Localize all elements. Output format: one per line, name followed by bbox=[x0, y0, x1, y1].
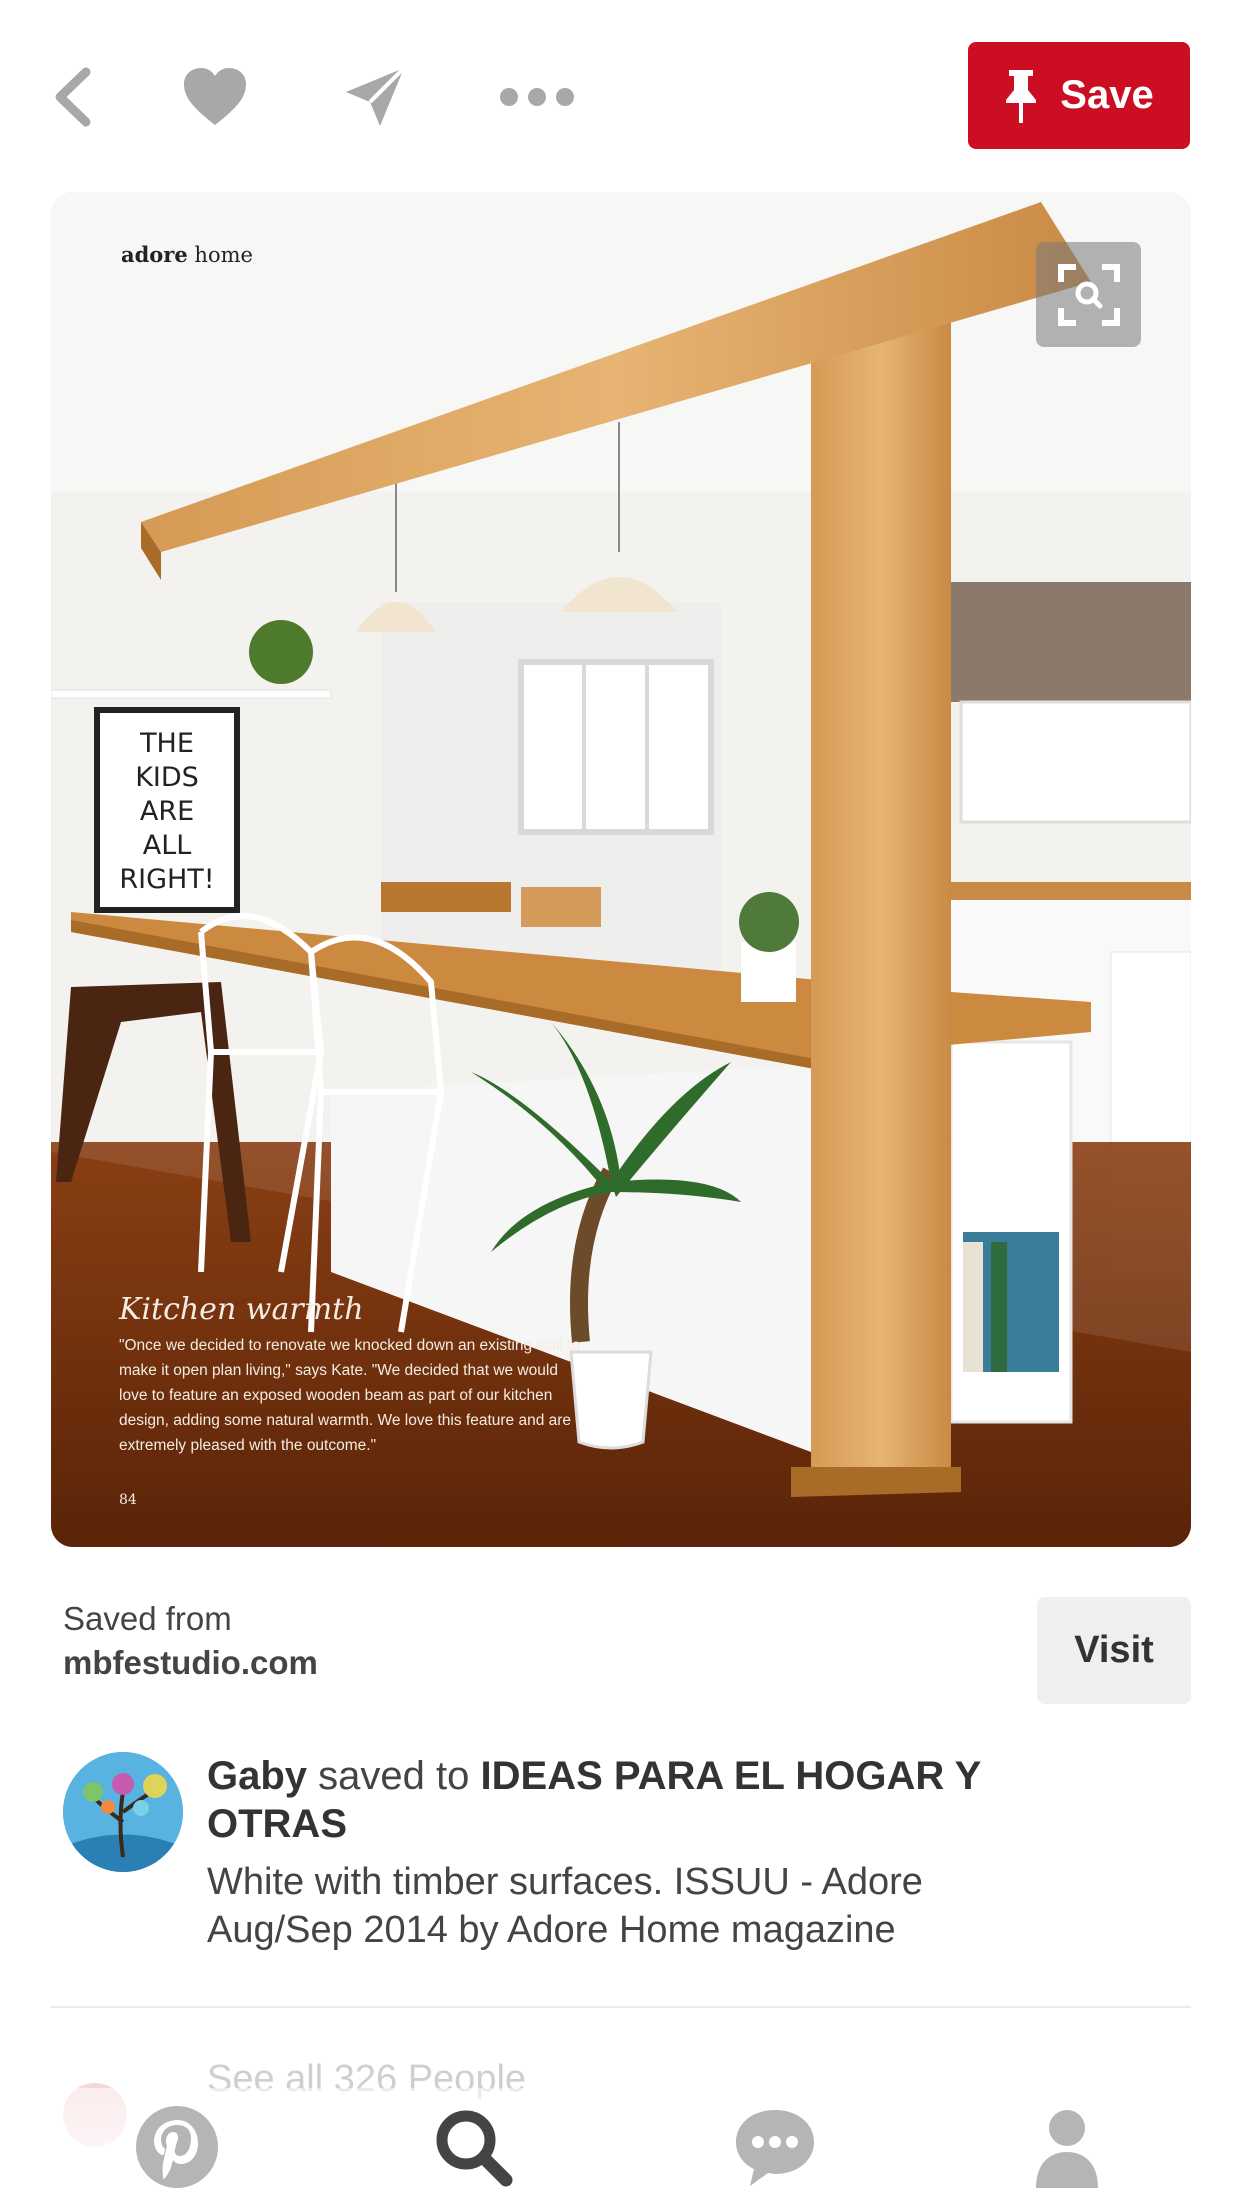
pin-description: White with timber surfaces. ISSUU - Ador… bbox=[207, 1861, 923, 1951]
magazine-brand: adore home bbox=[121, 242, 253, 267]
saver-name[interactable]: Gaby bbox=[207, 1754, 307, 1798]
image-caption: Kitchen warmth "Once we decided to renov… bbox=[119, 1292, 589, 1458]
visual-search-button[interactable] bbox=[1036, 242, 1141, 347]
paper-plane-icon bbox=[346, 66, 406, 126]
avatar-image bbox=[63, 1752, 183, 1872]
visit-button[interactable]: Visit bbox=[1037, 1597, 1191, 1704]
tab-profile[interactable] bbox=[1022, 2102, 1112, 2197]
caption-body: "Once we decided to renovate we knocked … bbox=[119, 1337, 581, 1454]
avatar[interactable] bbox=[63, 1752, 183, 1872]
search-icon bbox=[436, 2110, 513, 2187]
pin-image[interactable]: THE KIDS ARE ALL RIGHT! adore home Kitch… bbox=[51, 192, 1191, 1547]
send-button[interactable] bbox=[340, 58, 410, 136]
save-info: Gaby saved to IDEAS PARA EL HOGAR Y OTRA… bbox=[207, 1752, 1067, 1954]
source-domain-link[interactable]: mbfestudio.com bbox=[63, 1644, 318, 1682]
caption-title: Kitchen warmth bbox=[119, 1292, 364, 1327]
visual-search-icon bbox=[1057, 263, 1120, 326]
heart-icon bbox=[184, 68, 246, 125]
brand-bold: adore bbox=[121, 242, 188, 267]
svg-text:KIDS: KIDS bbox=[135, 762, 199, 793]
chat-bubble-icon bbox=[736, 2110, 814, 2186]
ellipsis-icon bbox=[500, 88, 574, 106]
saved-from: Saved from mbfestudio.com bbox=[63, 1600, 318, 1682]
tab-search[interactable] bbox=[428, 2102, 518, 2197]
person-icon bbox=[1036, 2110, 1098, 2188]
svg-text:ARE: ARE bbox=[140, 796, 194, 827]
save-action: saved to bbox=[318, 1754, 470, 1798]
pushpin-icon bbox=[1006, 69, 1037, 123]
chevron-left-icon bbox=[55, 67, 91, 127]
page-number: 84 bbox=[119, 1492, 137, 1508]
more-button[interactable] bbox=[496, 58, 578, 136]
back-button[interactable] bbox=[48, 58, 98, 136]
svg-text:THE: THE bbox=[139, 728, 194, 759]
tab-bar bbox=[0, 2088, 1242, 2208]
top-bar: Save bbox=[0, 0, 1242, 190]
like-button[interactable] bbox=[180, 58, 250, 136]
tab-home[interactable] bbox=[132, 2102, 222, 2197]
save-button-label: Save bbox=[1060, 73, 1154, 117]
tab-messages[interactable] bbox=[730, 2102, 820, 2197]
pinterest-logo-icon bbox=[136, 2106, 218, 2188]
save-line: Gaby saved to IDEAS PARA EL HOGAR Y OTRA… bbox=[207, 1752, 1067, 1848]
save-button[interactable]: Save bbox=[968, 42, 1190, 149]
brand-rest: home bbox=[194, 243, 253, 267]
divider bbox=[51, 2006, 1191, 2008]
svg-text:RIGHT!: RIGHT! bbox=[119, 864, 214, 895]
saved-from-label: Saved from bbox=[63, 1600, 232, 1637]
svg-text:ALL: ALL bbox=[143, 830, 192, 861]
